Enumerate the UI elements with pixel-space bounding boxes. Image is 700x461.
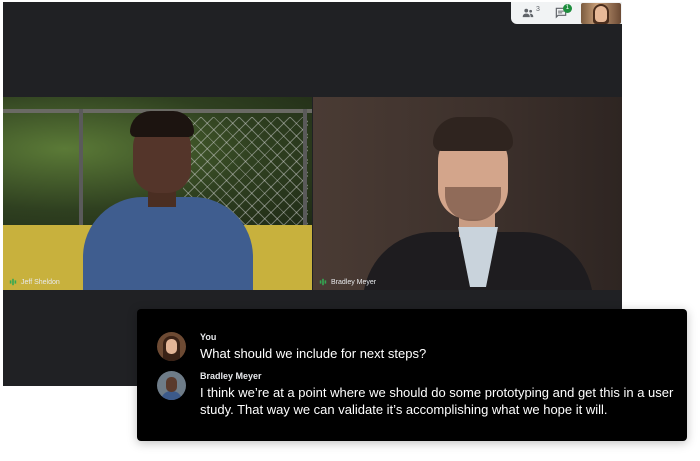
message-sender: Bradley Meyer [200,371,262,381]
participant-name-tag: Jeff Sheldon [9,278,60,286]
participants-button[interactable]: 3 [521,2,540,24]
participant-tile-bradley[interactable]: Bradley Meyer [313,97,622,290]
participant-tile-jeff[interactable]: Jeff Sheldon [3,97,312,290]
audio-level-icon [9,278,17,286]
chat-message: Bradley Meyer I think we’re at a point w… [157,371,680,418]
chat-message: You What should we include for next step… [157,332,680,362]
participant-name: Jeff Sheldon [21,278,60,286]
chat-panel: You What should we include for next step… [137,309,687,441]
avatar [157,332,186,361]
participants-count: 3 [536,6,540,13]
self-view-thumbnail[interactable] [581,3,621,24]
chat-button[interactable]: 1 [554,2,572,24]
message-sender: You [200,332,217,342]
participant-name-tag: Bradley Meyer [319,278,376,286]
message-text: What should we include for next steps? [200,346,427,361]
message-text: I think we’re at a point where we should… [200,385,674,417]
top-controls: 3 1 [511,2,622,24]
avatar [157,371,186,400]
audio-level-icon [319,278,327,286]
participant-name: Bradley Meyer [331,278,377,286]
chat-badge: 1 [562,4,572,13]
people-icon [522,8,534,18]
